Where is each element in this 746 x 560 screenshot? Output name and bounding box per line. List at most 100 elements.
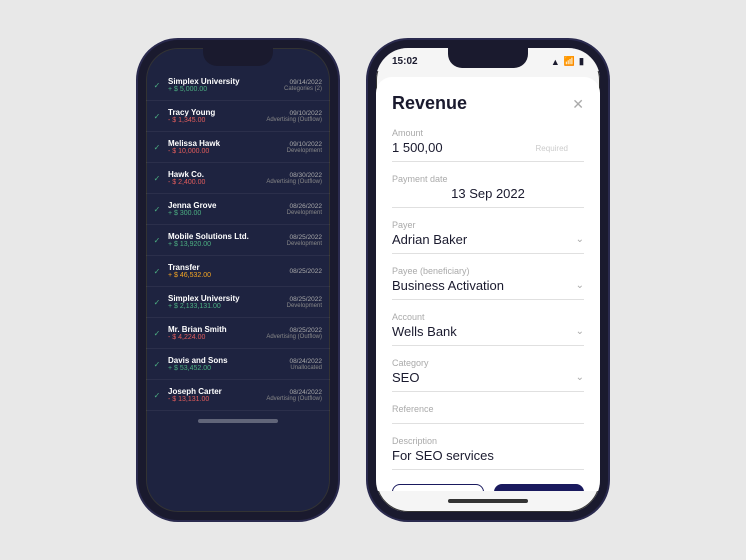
tx-check-icon: ✓: [150, 112, 164, 121]
transaction-item[interactable]: ✓ Transfer + $ 46,532.00 08/25/2022: [146, 256, 330, 287]
tx-amount: - $ 13,131.00: [168, 396, 262, 403]
tx-info: Jenna Grove + $ 300.00: [168, 201, 283, 217]
category-dropdown[interactable]: SEO ⌄: [392, 370, 584, 385]
tx-category: Advertising (Outflow): [266, 179, 322, 185]
tx-info: Hawk Co. - $ 2,400.00: [168, 170, 262, 186]
tx-info: Joseph Carter - $ 13,131.00: [168, 387, 262, 403]
transaction-item[interactable]: ✓ Hawk Co. - $ 2,400.00 08/30/2022 Adver…: [146, 163, 330, 194]
status-time: 15:02: [392, 56, 418, 67]
account-dropdown[interactable]: Wells Bank ⌄: [392, 324, 584, 339]
tx-amount: + $ 5,000.00: [168, 86, 280, 93]
left-notch: [203, 48, 273, 66]
tx-category: Advertising (Outflow): [266, 334, 322, 340]
description-value[interactable]: For SEO services: [392, 448, 584, 463]
tx-meta: 08/25/2022 Development: [287, 296, 322, 309]
tx-meta: 08/25/2022 Advertising (Outflow): [266, 327, 322, 340]
tx-date: 08/25/2022: [289, 268, 322, 275]
tx-check-icon: ✓: [150, 236, 164, 245]
transaction-item[interactable]: ✓ Davis and Sons + $ 53,452.00 08/24/202…: [146, 349, 330, 380]
tx-category: Development: [287, 148, 322, 154]
description-field: Description For SEO services: [392, 436, 584, 470]
project-button[interactable]: Project: [392, 484, 484, 491]
transaction-item[interactable]: ✓ Mr. Brian Smith - $ 4,224.00 08/25/202…: [146, 318, 330, 349]
payee-chevron-icon: ⌄: [576, 280, 584, 291]
tx-name: Mr. Brian Smith: [168, 325, 262, 334]
tx-date: 09/10/2022: [287, 141, 322, 148]
description-label: Description: [392, 436, 584, 446]
payment-date-label: Payment date: [392, 174, 584, 184]
tx-name: Hawk Co.: [168, 170, 262, 179]
tx-check-icon: ✓: [150, 205, 164, 214]
tx-name: Simplex University: [168, 77, 280, 86]
payer-value: Adrian Baker: [392, 232, 467, 247]
tx-category: Development: [287, 303, 322, 309]
tx-category: Unallocated: [289, 365, 322, 371]
tx-check-icon: ✓: [150, 267, 164, 276]
tx-date: 08/30/2022: [266, 172, 322, 179]
modal-title: Revenue: [392, 93, 467, 114]
scene: ✓ Simplex University + $ 5,000.00 09/14/…: [0, 0, 746, 560]
tx-category: Development: [287, 241, 322, 247]
tx-check-icon: ✓: [150, 298, 164, 307]
tx-date: 08/25/2022: [287, 296, 322, 303]
payer-chevron-icon: ⌄: [576, 234, 584, 245]
tx-info: Mr. Brian Smith - $ 4,224.00: [168, 325, 262, 341]
transaction-item[interactable]: ✓ Melissa Hawk - $ 10,000.00 09/10/2022 …: [146, 132, 330, 163]
tx-meta: 09/14/2022 Categories (2): [284, 79, 322, 92]
tx-meta: 08/25/2022: [289, 268, 322, 275]
payment-date-value[interactable]: 13 Sep 2022: [392, 186, 584, 201]
payee-value: Business Activation: [392, 278, 504, 293]
tx-check-icon: ✓: [150, 360, 164, 369]
tx-date: 08/24/2022: [289, 358, 322, 365]
tx-meta: 09/10/2022 Development: [287, 141, 322, 154]
battery-icon: ▮: [579, 56, 584, 67]
tx-amount: + $ 2,133,131.00: [168, 303, 283, 310]
category-label: Category: [392, 358, 584, 368]
account-field: Account Wells Bank ⌄: [392, 312, 584, 346]
tx-meta: 08/25/2022 Development: [287, 234, 322, 247]
close-button[interactable]: ✕: [572, 97, 584, 111]
tx-date: 09/14/2022: [284, 79, 322, 86]
tx-amount: + $ 46,532.00: [168, 272, 285, 279]
payment-date-field: Payment date 13 Sep 2022: [392, 174, 584, 208]
tx-meta: 08/24/2022 Unallocated: [289, 358, 322, 371]
home-indicator-right: [448, 499, 528, 503]
transaction-item[interactable]: ✓ Mobile Solutions Ltd. + $ 13,920.00 08…: [146, 225, 330, 256]
tx-name: Melissa Hawk: [168, 139, 283, 148]
tx-date: 08/25/2022: [266, 327, 322, 334]
tx-amount: - $ 2,400.00: [168, 179, 262, 186]
reference-label: Reference: [392, 404, 584, 414]
transaction-item[interactable]: ✓ Tracy Young - $ 1,345.00 09/10/2022 Ad…: [146, 101, 330, 132]
tx-name: Tracy Young: [168, 108, 262, 117]
payee-dropdown[interactable]: Business Activation ⌄: [392, 278, 584, 293]
transaction-item[interactable]: ✓ Simplex University + $ 2,133,131.00 08…: [146, 287, 330, 318]
right-notch: [448, 48, 528, 68]
reference-field: Reference: [392, 404, 584, 424]
tx-name: Transfer: [168, 263, 285, 272]
invoice-button[interactable]: Invoice: [494, 484, 584, 491]
tx-name: Jenna Grove: [168, 201, 283, 210]
tx-info: Melissa Hawk - $ 10,000.00: [168, 139, 283, 155]
tx-name: Mobile Solutions Ltd.: [168, 232, 283, 241]
signal-icon: ▲: [551, 57, 560, 67]
payer-field: Payer Adrian Baker ⌄: [392, 220, 584, 254]
tx-meta: 09/10/2022 Advertising (Outflow): [266, 110, 322, 123]
account-label: Account: [392, 312, 584, 322]
left-phone: ✓ Simplex University + $ 5,000.00 09/14/…: [138, 40, 338, 520]
transaction-item[interactable]: ✓ Joseph Carter - $ 13,131.00 08/24/2022…: [146, 380, 330, 411]
tx-name: Simplex University: [168, 294, 283, 303]
transaction-item[interactable]: ✓ Jenna Grove + $ 300.00 08/26/2022 Deve…: [146, 194, 330, 225]
tx-info: Simplex University + $ 5,000.00: [168, 77, 280, 93]
payer-dropdown[interactable]: Adrian Baker ⌄: [392, 232, 584, 247]
tx-name: Davis and Sons: [168, 356, 285, 365]
category-chevron-icon: ⌄: [576, 372, 584, 383]
category-field: Category SEO ⌄: [392, 358, 584, 392]
wifi-icon: 📶: [564, 56, 575, 67]
modal-content: Revenue ✕ Amount 1 500,00 Required Payme…: [376, 77, 600, 491]
tx-amount: + $ 300.00: [168, 210, 283, 217]
tx-date: 08/26/2022: [287, 203, 322, 210]
tx-category: Advertising (Outflow): [266, 396, 322, 402]
transaction-item[interactable]: ✓ Simplex University + $ 5,000.00 09/14/…: [146, 70, 330, 101]
right-phone: 15:02 ▲ 📶 ▮ Revenue ✕ Amount 1 500,00 Re…: [368, 40, 608, 520]
amount-label: Amount: [392, 128, 584, 138]
